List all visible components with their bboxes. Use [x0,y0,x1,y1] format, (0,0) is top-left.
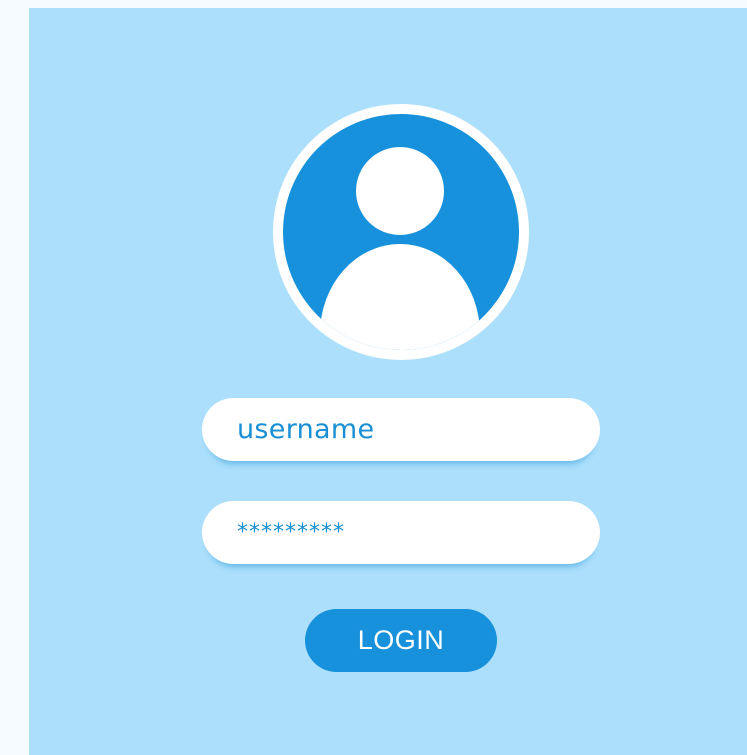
user-avatar-graphic [273,104,529,360]
login-panel: username ********* LOGIN [29,8,747,755]
user-icon [273,104,529,360]
avatar-head [356,147,444,235]
password-input[interactable]: ********* [202,501,600,564]
username-input[interactable]: username [202,398,600,461]
login-button[interactable]: LOGIN [305,609,497,672]
